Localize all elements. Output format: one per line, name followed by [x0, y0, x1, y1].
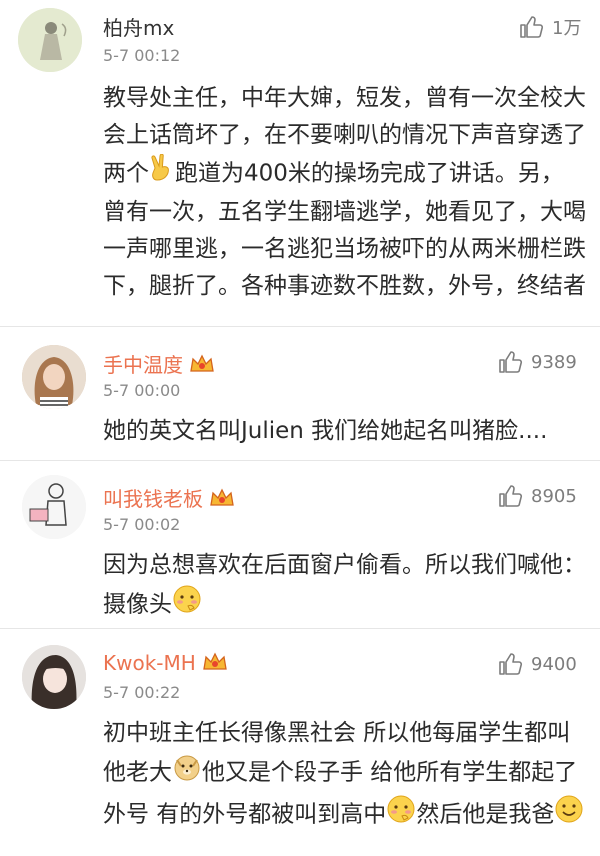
avatar[interactable]: [22, 345, 86, 409]
comment-text: 初中班主任长得像黑社会 所以他每届学生都叫他老大 他又是个段子手 给他所有学生都起…: [103, 715, 586, 836]
like-count: 8905: [531, 485, 577, 507]
comment-text: 教导处主任，中年大婶，短发，曾有一次全校大会上话筒坏了，在不要喇叭的情况下声音穿…: [103, 80, 586, 305]
comment-item: Kwok-MH 5-7 00:22 9400 初中班主任长得像黑社会 所以他每届…: [0, 629, 600, 856]
avatar-sketch-icon: [22, 475, 86, 539]
username-text: Kwok-MH: [103, 651, 196, 675]
comment-time: 5-7 00:00: [103, 381, 181, 400]
avatar-illustration-icon: [18, 8, 82, 72]
doge-icon: [172, 752, 202, 794]
avatar[interactable]: [22, 645, 86, 709]
avatar[interactable]: [22, 475, 86, 539]
username[interactable]: 柏舟mx: [103, 12, 174, 41]
like-button[interactable]: 8905: [497, 483, 577, 509]
victory-hand-icon: [149, 153, 175, 194]
comment-time: 5-7 00:22: [103, 683, 181, 702]
comment-item: 叫我钱老板 5-7 00:02 8905 因为总想喜欢在后面窗户偷看。所以我们喊…: [0, 461, 600, 629]
like-count: 1万: [552, 18, 582, 39]
like-count: 9400: [531, 653, 577, 675]
thumbs-up-icon: [499, 351, 523, 373]
username-text: 叫我钱老板: [103, 487, 203, 511]
comment-time: 5-7 00:12: [103, 46, 181, 65]
comment-item: 柏舟mx 5-7 00:12 1万 教导处主任，中年大婶，短发，曾有一次全校大会…: [0, 0, 600, 327]
avatar-photo-icon: [22, 645, 86, 709]
vip-crown-icon: [189, 353, 215, 380]
username-text: 手中温度: [103, 353, 183, 377]
smile-icon: [554, 794, 584, 836]
thumbs-up-icon: [499, 485, 523, 507]
comment-time: 5-7 00:02: [103, 515, 181, 534]
comment-text: 她的英文名叫Julien 我们给她起名叫猪脸....: [103, 413, 586, 450]
avatar[interactable]: [18, 8, 82, 72]
comment-text-part: 跑道为400米的操场完成了讲话。另，曾有一次，五名学生翻墙逃学，她看见了，大喝一…: [103, 160, 586, 300]
username[interactable]: Kwok-MH: [103, 651, 228, 678]
comment-item: 手中温度 5-7 00:00 9389 她的英文名叫Julien 我们给她起名叫…: [0, 327, 600, 461]
comment-text-part: 她的英文名叫Julien 我们给她起名叫猪脸....: [103, 418, 548, 444]
comment-text-part: 然后他是我爸: [416, 801, 555, 828]
like-button[interactable]: 1万: [518, 14, 581, 40]
shy-face-icon: [386, 794, 416, 836]
username[interactable]: 手中温度: [103, 349, 215, 380]
shy-face-icon: [172, 584, 202, 626]
comment-text: 因为总想喜欢在后面窗户偷看。所以我们喊他：摄像头: [103, 547, 586, 626]
like-button[interactable]: 9400: [497, 651, 577, 677]
thumbs-up-icon: [499, 653, 523, 675]
vip-crown-icon: [209, 487, 235, 514]
like-count: 9389: [531, 351, 577, 373]
vip-crown-icon: [202, 651, 228, 678]
like-button[interactable]: 9389: [497, 349, 577, 375]
avatar-photo-icon: [22, 345, 86, 409]
thumbs-up-icon: [520, 16, 544, 38]
username[interactable]: 叫我钱老板: [103, 483, 235, 514]
